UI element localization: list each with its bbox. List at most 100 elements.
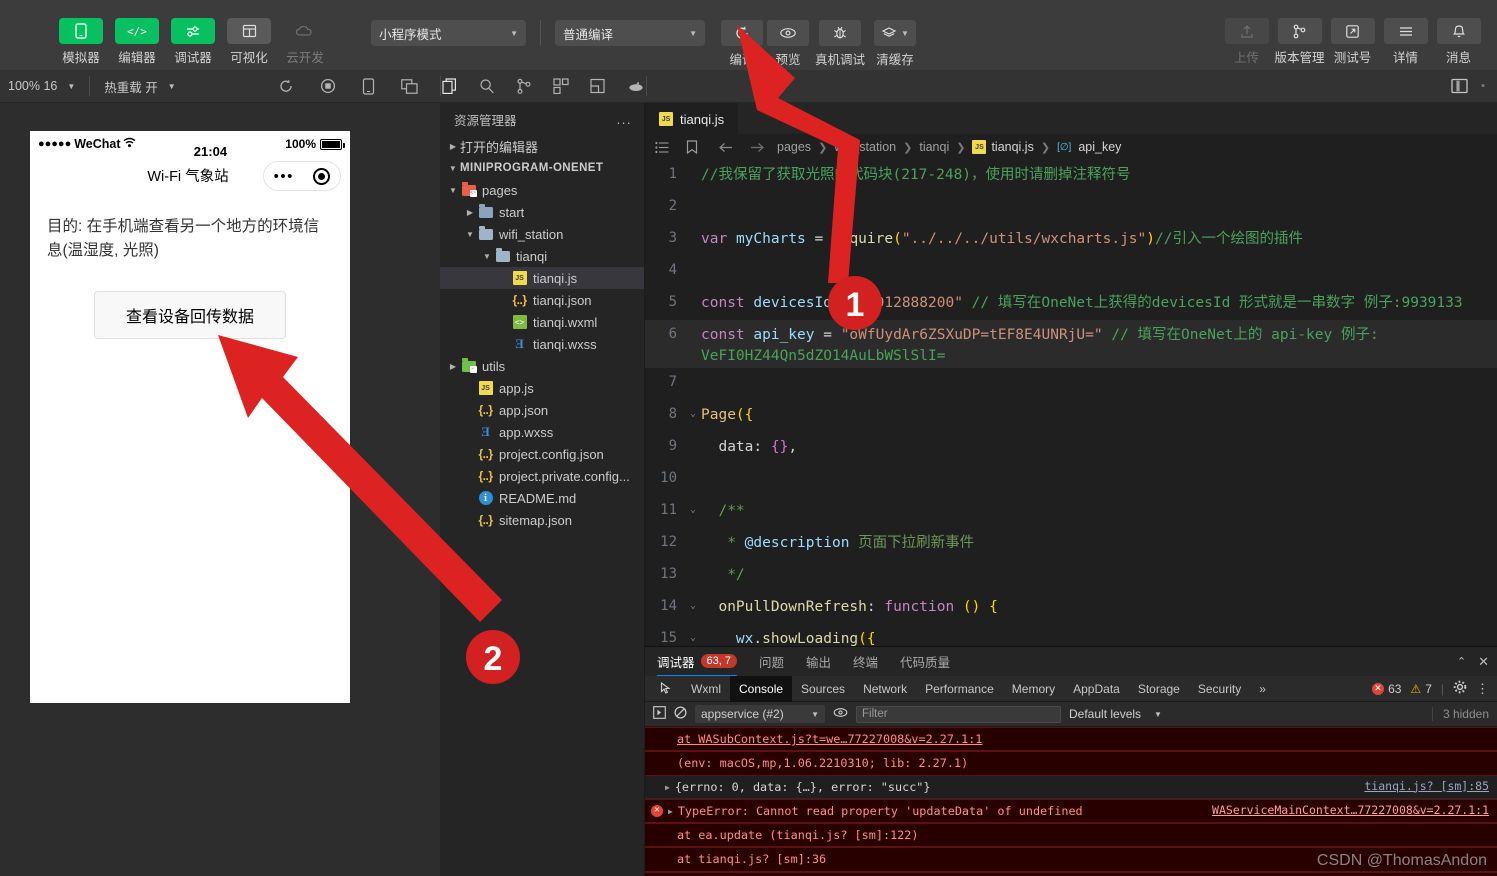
- forward-arrow-icon[interactable]: [750, 142, 764, 153]
- tab-wxml[interactable]: Wxml: [682, 676, 730, 702]
- code-line[interactable]: 15 ⌄ wx.showLoading({: [645, 624, 1497, 646]
- zoom-select[interactable]: 100% 16 ▼: [8, 79, 75, 93]
- debugger-toggle-button[interactable]: 调试器: [169, 18, 217, 66]
- tree-item[interactable]: ·JS tianqi.js: [440, 267, 644, 289]
- back-arrow-icon[interactable]: [719, 142, 733, 153]
- console-execute-icon[interactable]: [653, 706, 666, 722]
- real-device-debug-button[interactable]: 真机调试: [811, 20, 869, 68]
- bookmark-icon[interactable]: [686, 140, 698, 154]
- tree-item[interactable]: ·i README.md: [440, 487, 644, 509]
- details-button[interactable]: 详情: [1381, 18, 1430, 66]
- project-root-section[interactable]: ▼ MINIPROGRAM-ONENET: [440, 157, 644, 179]
- preview-button[interactable]: 预览: [765, 20, 811, 68]
- code-quality-tab[interactable]: 代码质量: [900, 647, 950, 676]
- console-error-row[interactable]: at WASubContext.js?t=we…77227008&v=2.27.…: [645, 727, 1497, 752]
- wechat-capsule[interactable]: •••: [263, 161, 341, 191]
- gear-icon[interactable]: [1453, 680, 1467, 697]
- output-tab[interactable]: 输出: [806, 647, 831, 676]
- open-editors-section[interactable]: ▶ 打开的编辑器: [440, 135, 644, 157]
- fold-chevron-icon[interactable]: ⌄: [685, 624, 701, 643]
- code-line[interactable]: 14 ⌄ onPullDownRefresh: function () {: [645, 592, 1497, 624]
- tree-item[interactable]: ·<> tianqi.wxml: [440, 311, 644, 333]
- tab-console[interactable]: Console: [730, 675, 793, 702]
- code-line[interactable]: 8 ⌄ Page({: [645, 400, 1497, 432]
- multi-window-icon[interactable]: [401, 78, 418, 94]
- toggle-panel-icon[interactable]: [1451, 78, 1469, 94]
- collapse-panel-icon[interactable]: ⌃: [1457, 655, 1466, 668]
- console-source-link[interactable]: WAServiceMainContext…77227008&v=2.27.1:1: [1212, 802, 1489, 820]
- code-line[interactable]: 2: [645, 192, 1497, 224]
- hot-reload-select[interactable]: 热重载 开 ▼: [104, 77, 175, 96]
- extensions-icon[interactable]: [553, 78, 569, 94]
- console-source-link[interactable]: tianqi.js? [sm]:85: [1364, 778, 1489, 796]
- inspect-element-icon[interactable]: [651, 676, 682, 702]
- test-account-button[interactable]: 测试号: [1328, 18, 1377, 66]
- version-management-button[interactable]: 版本管理: [1275, 18, 1325, 66]
- code-line[interactable]: 13 */: [645, 560, 1497, 592]
- code-line[interactable]: 5 const devicesId = "1012888200" // 填写在On…: [645, 288, 1497, 320]
- split-icon[interactable]: [590, 78, 606, 94]
- error-count-badge[interactable]: ✕ 63: [1372, 682, 1401, 696]
- code-line[interactable]: 10: [645, 464, 1497, 496]
- code-content[interactable]: 1 //我保留了获取光照的代码块(217-248)，使用时请删掉注释符号 2 3 va…: [645, 160, 1497, 646]
- code-line[interactable]: 11 ⌄ /**: [645, 496, 1497, 528]
- clear-cache-button[interactable]: ▼ 清缓存: [869, 20, 921, 68]
- console-error-row[interactable]: (env: macOS,mp,1.06.2210310; lib: 2.27.1…: [645, 751, 1497, 776]
- console-error-row[interactable]: (env: macOS,mp,1.06.2210310; lib: 2.27.1…: [645, 871, 1497, 876]
- outline-icon[interactable]: [655, 141, 669, 154]
- expand-triangle-icon[interactable]: ▶: [668, 802, 673, 818]
- tree-item[interactable]: ▼ wifi_station: [440, 223, 644, 245]
- code-line[interactable]: 7: [645, 368, 1497, 400]
- tab-security[interactable]: Security: [1189, 676, 1250, 702]
- editor-tab-tianqi-js[interactable]: JS tianqi.js: [645, 103, 739, 134]
- tree-item[interactable]: ·{..} project.config.json: [440, 443, 644, 465]
- close-target-icon[interactable]: [313, 167, 331, 185]
- console-levels-select[interactable]: Default levels ▼: [1069, 707, 1162, 721]
- kebab-menu-icon[interactable]: ⋮: [1476, 682, 1489, 695]
- console-error-row[interactable]: ✕ ▶ TypeError: Cannot read property 'updat…: [645, 798, 1497, 824]
- tree-item[interactable]: ·{..} project.private.config...: [440, 465, 644, 487]
- tab-performance[interactable]: Performance: [916, 676, 1003, 702]
- code-line[interactable]: 4: [645, 256, 1497, 288]
- cloud-dev-button[interactable]: 云开发: [281, 18, 329, 66]
- more-options-icon[interactable]: ...: [617, 112, 632, 127]
- compile-button[interactable]: 编译: [719, 20, 765, 68]
- search-icon[interactable]: [479, 78, 495, 94]
- visual-toggle-button[interactable]: 可视化: [225, 18, 273, 66]
- eye-icon[interactable]: [833, 707, 848, 721]
- tab-sources[interactable]: Sources: [792, 676, 854, 702]
- refresh-icon[interactable]: [278, 78, 294, 94]
- problems-tab[interactable]: 问题: [759, 647, 784, 676]
- code-line[interactable]: 1 //我保留了获取光照的代码块(217-248)，使用时请删掉注释符号: [645, 160, 1497, 192]
- tree-item[interactable]: · Ǝtianqi.wxss: [440, 333, 644, 355]
- console-log-row[interactable]: ▶ {errno: 0, data: {…}, error: "succ"} tia…: [645, 775, 1497, 799]
- fold-chevron-icon[interactable]: ⌄: [685, 400, 701, 419]
- console-filter-input[interactable]: Filter: [856, 705, 1061, 723]
- tab-storage[interactable]: Storage: [1129, 676, 1189, 702]
- simulator-toggle-button[interactable]: 模拟器: [57, 18, 105, 66]
- compile-mode-select[interactable]: 普通编译 ▼: [555, 20, 705, 46]
- breadcrumb-item-pages[interactable]: pages: [777, 140, 811, 154]
- console-context-select[interactable]: appservice (#2) ▼: [695, 705, 825, 723]
- wx-cloud-icon[interactable]: [627, 80, 645, 93]
- terminal-tab[interactable]: 终端: [853, 647, 878, 676]
- view-device-data-button[interactable]: 查看设备回传数据: [94, 291, 286, 340]
- tree-item[interactable]: ▼ <> pages: [440, 179, 644, 201]
- files-icon[interactable]: [442, 77, 458, 95]
- more-tabs-icon[interactable]: »: [1250, 676, 1275, 702]
- tree-item[interactable]: ▶ start: [440, 201, 644, 223]
- debugger-tab[interactable]: 调试器 63, 7: [657, 647, 737, 676]
- code-line[interactable]: 3 var myCharts = require("../../../utils/…: [645, 224, 1497, 256]
- tab-memory[interactable]: Memory: [1003, 676, 1064, 702]
- fold-chevron-icon[interactable]: ⌄: [685, 496, 701, 515]
- tree-item[interactable]: ·{..} sitemap.json: [440, 509, 644, 531]
- editor-toggle-button[interactable]: </> 编辑器: [113, 18, 161, 66]
- miniprogram-mode-select[interactable]: 小程序模式 ▼: [371, 20, 526, 46]
- code-line[interactable]: 12 * @description 页面下拉刷新事件: [645, 528, 1497, 560]
- tree-item[interactable]: ▼ tianqi: [440, 245, 644, 267]
- console-error-row[interactable]: at ea.update (tianqi.js? [sm]:122): [645, 823, 1497, 848]
- close-icon[interactable]: ✕: [1478, 654, 1489, 670]
- device-icon[interactable]: [362, 77, 375, 95]
- tree-item[interactable]: ·{..} app.json: [440, 399, 644, 421]
- warning-count-badge[interactable]: ⚠ 7: [1410, 682, 1431, 696]
